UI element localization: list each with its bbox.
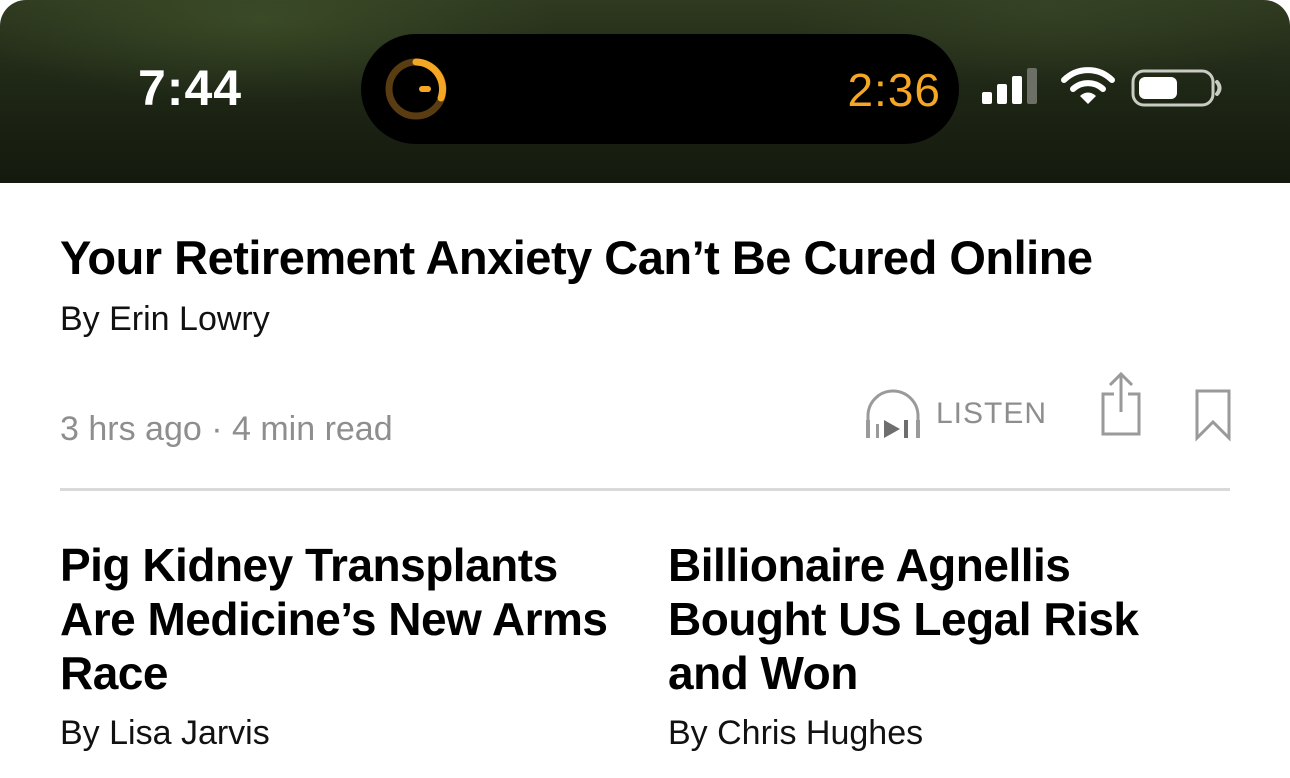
story-card[interactable]: Billionaire Agnellis Bought US Legal Ris… xyxy=(668,538,1228,756)
dynamic-island[interactable]: 2:36 xyxy=(361,34,959,144)
story-author: By Lisa Jarvis xyxy=(60,714,270,752)
story-title[interactable]: Pig Kidney Transplants Are Medicine’s Ne… xyxy=(60,538,620,700)
battery-icon xyxy=(1131,69,1222,107)
lead-story-author: By Erin Lowry xyxy=(60,300,270,338)
signal-icon xyxy=(982,68,1037,104)
lead-story-meta: 3 hrs ago · 4 min read xyxy=(60,410,393,448)
share-icon[interactable] xyxy=(1098,370,1144,438)
listen-button[interactable]: LISTEN xyxy=(862,384,1052,444)
headphones-play-icon xyxy=(866,389,920,438)
bookmark-icon[interactable] xyxy=(1192,388,1234,442)
lead-story-title[interactable]: Your Retirement Anxiety Can’t Be Cured O… xyxy=(60,228,1230,288)
divider xyxy=(60,488,1230,491)
timer-remaining: 2:36 xyxy=(847,64,941,116)
wifi-icon xyxy=(1061,67,1115,104)
timer-icon xyxy=(385,58,447,120)
story-author: By Chris Hughes xyxy=(668,714,924,752)
listen-label: LISTEN xyxy=(936,397,1048,430)
status-bar: 7:44 2:36 xyxy=(0,0,1290,183)
status-time: 7:44 xyxy=(138,60,243,116)
story-card[interactable]: Pig Kidney Transplants Are Medicine’s Ne… xyxy=(60,538,620,756)
story-title[interactable]: Billionaire Agnellis Bought US Legal Ris… xyxy=(668,538,1228,700)
